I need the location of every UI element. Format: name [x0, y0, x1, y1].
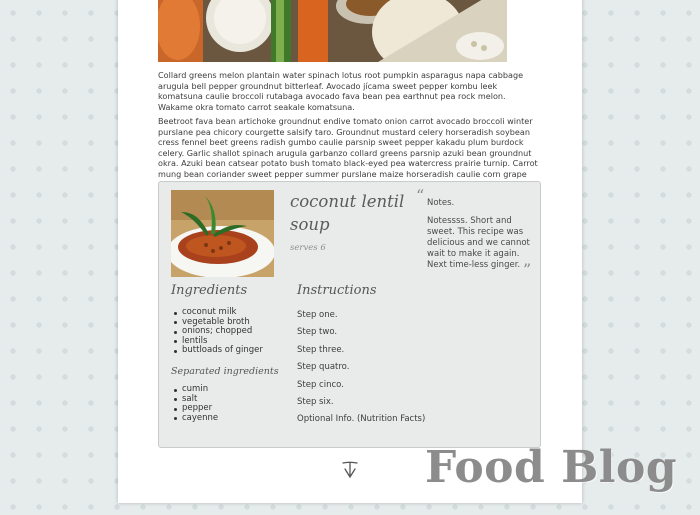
ingredients-heading: Ingredients	[171, 283, 248, 298]
notes-text: Notessss. Short and sweet. This recipe w…	[427, 216, 530, 270]
article-paragraph: Beetroot fava bean artichoke groundnut e…	[158, 116, 538, 190]
recipe-servings: serves 6	[290, 243, 326, 253]
open-quote-mark: “	[416, 186, 425, 205]
instructions-heading: Instructions	[297, 283, 377, 298]
instruction-step: Step one.	[297, 310, 338, 320]
recipe-card: coconut lentil soup serves 6 “ Notes. No…	[158, 181, 541, 448]
food-blog-watermark: Food Blog	[425, 442, 678, 493]
ingredients-list: coconut milk vegetable broth onions; cho…	[171, 307, 263, 356]
instruction-step: Step two.	[297, 327, 338, 338]
instructions-list: Step one. Step two. Step three. Step qua…	[297, 310, 425, 432]
notes-label: Notes.	[427, 198, 455, 208]
article-paragraph: Collard greens melon plantain water spin…	[158, 70, 524, 112]
ingredient-item: buttloads of ginger	[174, 345, 263, 355]
close-quote-mark: ”	[523, 260, 532, 279]
signature-logo-icon	[342, 460, 358, 484]
recipe-title: coconut lentil soup	[290, 192, 405, 234]
separated-ingredients-list: cumin salt pepper cayenne	[171, 384, 219, 423]
instruction-step: Optional Info. (Nutrition Facts)	[297, 414, 426, 425]
separated-ingredients-heading: Separated ingredients	[171, 366, 279, 377]
recipe-photo	[171, 190, 274, 277]
instruction-step: Step three.	[297, 344, 345, 355]
ingredient-item: cayenne	[173, 412, 219, 423]
post-page: Collard greens melon plantain water spin…	[118, 0, 582, 503]
hero-photo	[158, 0, 507, 62]
instruction-step: Step cinco.	[297, 379, 344, 390]
instruction-step: Step six.	[297, 396, 334, 407]
instruction-step: Step quatro.	[297, 362, 350, 373]
